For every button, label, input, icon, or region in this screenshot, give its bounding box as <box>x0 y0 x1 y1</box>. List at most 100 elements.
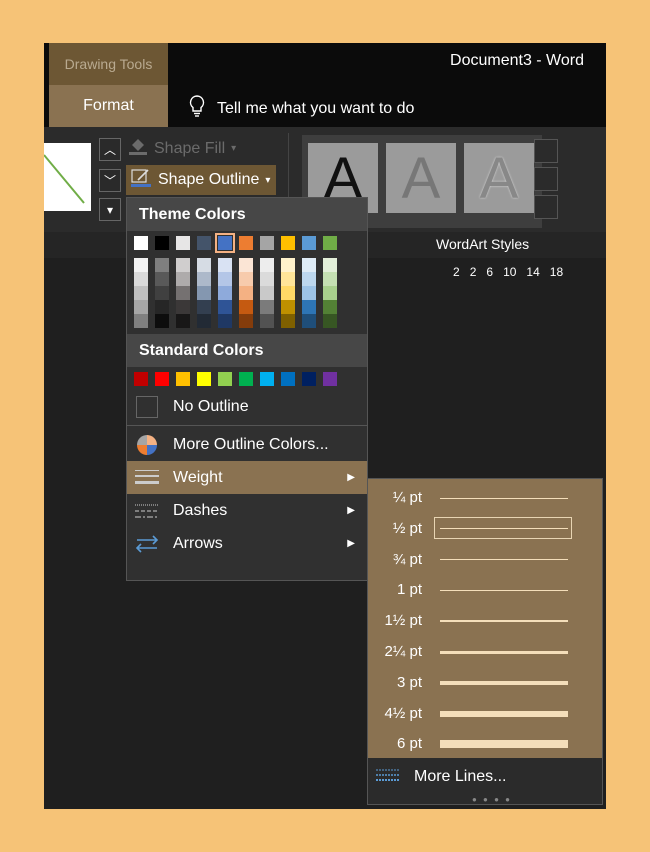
theme-shade-swatch[interactable] <box>176 272 190 286</box>
theme-shade-swatch[interactable] <box>323 300 337 314</box>
theme-shade-swatch[interactable] <box>260 314 274 328</box>
theme-shade-swatch[interactable] <box>302 314 316 328</box>
theme-color-swatch[interactable] <box>176 236 190 250</box>
standard-color-swatch[interactable] <box>134 372 148 386</box>
weight-option[interactable]: 1½ pt <box>368 606 602 636</box>
theme-shade-swatch[interactable] <box>218 272 232 286</box>
theme-shade-swatch[interactable] <box>323 258 337 272</box>
standard-color-swatch[interactable] <box>281 372 295 386</box>
shape-fill-button[interactable]: Shape Fill ▾ <box>128 137 236 160</box>
theme-shade-swatch[interactable] <box>155 300 169 314</box>
theme-shade-swatch[interactable] <box>197 300 211 314</box>
theme-shade-swatch[interactable] <box>281 258 295 272</box>
theme-shade-swatch[interactable] <box>134 300 148 314</box>
standard-color-swatch[interactable] <box>302 372 316 386</box>
theme-shade-swatch[interactable] <box>197 286 211 300</box>
no-outline-item[interactable]: No Outline <box>127 390 367 423</box>
theme-shade-swatch[interactable] <box>239 272 253 286</box>
weight-option[interactable]: 6 pt <box>368 729 602 759</box>
arrows-item[interactable]: Arrows ▶ <box>127 527 367 560</box>
theme-shade-swatch[interactable] <box>176 286 190 300</box>
theme-shade-swatch[interactable] <box>260 272 274 286</box>
shape-gallery-more-icon[interactable]: ▾ <box>99 198 121 221</box>
tell-me-box[interactable]: Tell me what you want to do <box>189 95 414 122</box>
standard-color-swatch[interactable] <box>197 372 211 386</box>
theme-shade-swatch[interactable] <box>239 300 253 314</box>
theme-shade-swatch[interactable] <box>134 258 148 272</box>
standard-color-swatch[interactable] <box>260 372 274 386</box>
weight-option[interactable]: 1 pt <box>368 575 602 605</box>
theme-shade-swatch[interactable] <box>218 314 232 328</box>
theme-shade-swatch[interactable] <box>302 258 316 272</box>
theme-shade-swatch[interactable] <box>281 286 295 300</box>
standard-color-swatch[interactable] <box>323 372 337 386</box>
theme-shade-swatch[interactable] <box>302 286 316 300</box>
theme-shade-swatch[interactable] <box>302 300 316 314</box>
theme-shade-swatch[interactable] <box>176 314 190 328</box>
theme-shade-swatch[interactable] <box>260 300 274 314</box>
theme-shade-swatch[interactable] <box>239 258 253 272</box>
theme-shade-swatch[interactable] <box>218 300 232 314</box>
theme-shade-swatch[interactable] <box>323 272 337 286</box>
theme-shade-swatch[interactable] <box>260 258 274 272</box>
theme-color-swatch[interactable] <box>155 236 169 250</box>
theme-shade-swatch[interactable] <box>155 272 169 286</box>
weight-option[interactable]: 4½ pt <box>368 699 602 729</box>
theme-shade-swatch[interactable] <box>197 272 211 286</box>
theme-shade-swatch[interactable] <box>239 286 253 300</box>
theme-shade-swatch[interactable] <box>323 314 337 328</box>
theme-shade-swatch[interactable] <box>197 314 211 328</box>
more-lines-item[interactable]: More Lines... <box>368 762 602 792</box>
wordart-style-gray[interactable]: A <box>386 143 456 213</box>
shape-gallery-up-icon[interactable]: ︿ <box>99 138 121 161</box>
theme-shade-swatch[interactable] <box>218 258 232 272</box>
theme-shade-swatch[interactable] <box>134 286 148 300</box>
theme-shade-swatch[interactable] <box>260 286 274 300</box>
theme-shade-swatch[interactable] <box>176 258 190 272</box>
wordart-style-outline[interactable]: A <box>464 143 534 213</box>
theme-color-swatch[interactable] <box>260 236 274 250</box>
theme-shade-swatch[interactable] <box>218 286 232 300</box>
shape-gallery-down-icon[interactable]: ﹀ <box>99 169 121 192</box>
weight-item[interactable]: Weight ▶ <box>127 461 367 494</box>
theme-color-swatch[interactable] <box>239 236 253 250</box>
theme-color-swatch[interactable] <box>281 236 295 250</box>
theme-shade-swatch[interactable] <box>134 272 148 286</box>
tab-format[interactable]: Format <box>49 85 168 127</box>
theme-color-swatch[interactable] <box>197 236 211 250</box>
theme-shade-swatch[interactable] <box>134 314 148 328</box>
theme-shade-swatch[interactable] <box>302 272 316 286</box>
wordart-down-icon[interactable] <box>534 167 558 191</box>
theme-color-swatch[interactable] <box>323 236 337 250</box>
shape-preview[interactable] <box>44 143 91 211</box>
theme-shade-swatch[interactable] <box>281 314 295 328</box>
weight-option[interactable]: 3 pt <box>368 668 602 698</box>
more-outline-colors-item[interactable]: More Outline Colors... <box>127 428 367 461</box>
standard-color-swatch[interactable] <box>176 372 190 386</box>
theme-shade-swatch[interactable] <box>281 272 295 286</box>
standard-color-swatch[interactable] <box>218 372 232 386</box>
theme-color-swatch[interactable] <box>134 236 148 250</box>
theme-shade-swatch[interactable] <box>323 286 337 300</box>
weight-option[interactable]: 2¼ pt <box>368 637 602 667</box>
standard-color-swatch[interactable] <box>155 372 169 386</box>
resize-grip-icon[interactable]: ● ● ● ● <box>472 795 512 804</box>
theme-shade-swatch[interactable] <box>197 258 211 272</box>
shape-outline-button[interactable]: Shape Outline ▾ <box>126 165 276 195</box>
ruler[interactable]: 2 2 6 10 14 18 <box>453 265 563 279</box>
wordart-up-icon[interactable] <box>534 139 558 163</box>
weight-option[interactable]: ¾ pt <box>368 545 602 575</box>
standard-color-swatch[interactable] <box>239 372 253 386</box>
wordart-more-icon[interactable] <box>534 195 558 219</box>
weight-option[interactable]: ½ pt <box>368 514 602 544</box>
theme-shade-swatch[interactable] <box>155 314 169 328</box>
theme-shade-swatch[interactable] <box>155 258 169 272</box>
theme-shade-swatch[interactable] <box>155 286 169 300</box>
dashes-item[interactable]: Dashes ▶ <box>127 494 367 527</box>
theme-shade-swatch[interactable] <box>239 314 253 328</box>
theme-shade-swatch[interactable] <box>176 300 190 314</box>
theme-color-swatch[interactable] <box>215 233 235 253</box>
theme-color-swatch[interactable] <box>302 236 316 250</box>
weight-option[interactable]: ¼ pt <box>368 483 602 513</box>
theme-shade-swatch[interactable] <box>281 300 295 314</box>
